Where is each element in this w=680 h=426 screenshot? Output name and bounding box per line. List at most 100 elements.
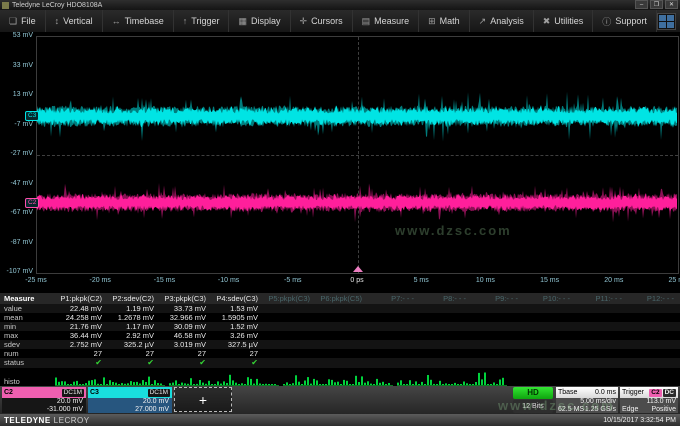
channel-descriptor-c2[interactable]: C2 DC1M 20.0 mV -31.000 mV: [2, 387, 86, 413]
status-check-icon: ✔: [251, 358, 258, 367]
measure-cell: 1.5905 mV: [211, 313, 263, 322]
measure-column-header[interactable]: P2:sdev(C2): [107, 293, 159, 304]
measure-cell: [263, 322, 315, 331]
measure-row-status: status✔✔✔✔: [0, 358, 680, 368]
status-cell: [263, 358, 315, 368]
menu-item-analysis[interactable]: ↗Analysis: [470, 10, 534, 32]
measure-column-header[interactable]: P5:pkpk(C3): [263, 293, 315, 304]
display-icon: ▦: [238, 16, 247, 27]
status-cell: ✔: [159, 358, 211, 368]
timebase-label: Tbase: [558, 389, 577, 396]
grid-layout-icon[interactable]: [657, 13, 676, 30]
measure-cell: [575, 331, 627, 340]
title-bar: Teledyne LeCroy HDO8108A – ❐ ✕: [0, 0, 680, 10]
status-cell: [627, 358, 679, 368]
y-axis-label: 53 mV: [1, 32, 33, 39]
math-icon: ⊞: [428, 16, 436, 27]
vertical-icon: ↕: [55, 16, 60, 26]
close-button[interactable]: ✕: [665, 0, 678, 9]
graticule[interactable]: www.dzsc.com: [36, 36, 679, 274]
measure-column-header[interactable]: P12:- - -: [627, 293, 679, 304]
add-trace-button[interactable]: +: [174, 387, 232, 412]
histogram-p1: [55, 370, 165, 386]
channel-descriptor-c3[interactable]: C3 DC1M 20.0 mV 27.000 mV: [88, 387, 172, 413]
menu-item-utilities[interactable]: ✖Utilities: [534, 10, 594, 32]
status-check-icon: ✔: [95, 358, 102, 367]
trigger-source-badge: C2: [649, 389, 661, 397]
measure-title: Measure: [0, 293, 55, 304]
measure-cell: [471, 304, 523, 313]
menu-item-label: Support: [615, 16, 647, 26]
measure-cell: [315, 331, 367, 340]
menu-item-support[interactable]: ⓘSupport: [593, 10, 657, 32]
c2-header: C2 DC1M: [2, 387, 86, 398]
channel-marker-c3[interactable]: C3: [25, 111, 39, 121]
measure-cell: 27: [211, 349, 263, 358]
measure-cell: [315, 304, 367, 313]
measure-cell: [315, 349, 367, 358]
measure-column-header[interactable]: P10:- - -: [523, 293, 575, 304]
trigger-type: Edge: [622, 406, 638, 414]
y-axis-label: -67 mV: [1, 209, 33, 216]
measure-cell: [523, 340, 575, 349]
channel-marker-c2[interactable]: C2: [25, 198, 39, 208]
menu-item-vertical[interactable]: ↕Vertical: [46, 10, 103, 32]
measure-cell: [627, 349, 679, 358]
y-axis-label: -47 mV: [1, 180, 33, 187]
measure-cell: [575, 313, 627, 322]
measure-column-header[interactable]: P9:- - -: [471, 293, 523, 304]
measure-cell: [367, 349, 419, 358]
measure-cell: [367, 331, 419, 340]
minimize-button[interactable]: –: [635, 0, 648, 9]
measure-row-value: value22.48 mV1.19 mV33.73 mV1.53 mV: [0, 304, 680, 313]
measure-cell: [523, 349, 575, 358]
menu-item-trigger[interactable]: ↑Trigger: [174, 10, 230, 32]
measure-cell: 2.92 mV: [107, 331, 159, 340]
menu-item-file[interactable]: ❏File: [0, 10, 46, 32]
trigger-marker-icon[interactable]: [353, 266, 363, 272]
x-axis-label: -25 ms: [19, 277, 53, 284]
measure-cell: 1.19 mV: [107, 304, 159, 313]
menu-item-timebase[interactable]: ↔Timebase: [103, 10, 174, 32]
c3-header: C3 DC1M: [88, 387, 172, 398]
measure-column-header[interactable]: P3:pkpk(C3): [159, 293, 211, 304]
measure-row-label: mean: [0, 313, 55, 322]
analysis-icon: ↗: [479, 16, 487, 27]
timebase-samples: 62.5 MS: [558, 406, 584, 414]
c3-label: C3: [90, 389, 99, 396]
measure-column-header[interactable]: P4:sdev(C3): [211, 293, 263, 304]
y-axis-label: -107 mV: [1, 268, 33, 275]
maximize-button[interactable]: ❐: [650, 0, 663, 9]
timebase-descriptor[interactable]: Tbase 0.0 ms 5.00 ms/div 62.5 MS 1.25 GS…: [556, 387, 618, 413]
measure-column-header[interactable]: P6:pkpk(C5): [315, 293, 367, 304]
histogram-p2: [169, 370, 279, 386]
menu-item-measure[interactable]: ▤Measure: [353, 10, 420, 32]
y-axis-label: 33 mV: [1, 62, 33, 69]
trigger-descriptor[interactable]: Trigger C2 DC 113.0 mV Edge Positive: [620, 387, 678, 413]
measure-cell: [315, 340, 367, 349]
measure-row-sdev: sdev2.752 mV325.2 µV3.019 mV327.5 µV: [0, 340, 680, 349]
measure-cell: [627, 340, 679, 349]
brand-lecroy: LECROY: [54, 416, 90, 425]
menu-item-cursors[interactable]: ✛Cursors: [291, 10, 353, 32]
menu-item-label: Vertical: [63, 16, 93, 26]
measure-cell: [263, 313, 315, 322]
measure-cell: [575, 304, 627, 313]
measure-cell: [627, 313, 679, 322]
histogram-strip: [55, 370, 507, 386]
measure-column-header[interactable]: P8:- - -: [419, 293, 471, 304]
measure-row-label: max: [0, 331, 55, 340]
menu-item-display[interactable]: ▦Display: [229, 10, 290, 32]
measure-column-header[interactable]: P7:- - -: [367, 293, 419, 304]
measure-cell: [367, 322, 419, 331]
cursors-icon: ✛: [300, 16, 308, 27]
menu-item-math[interactable]: ⊞Math: [419, 10, 470, 32]
measure-column-header[interactable]: P1:pkpk(C2): [55, 293, 107, 304]
measure-cell: 27: [107, 349, 159, 358]
measure-row-num: num27272727: [0, 349, 680, 358]
waveform-traces: [37, 37, 678, 273]
measure-cell: [523, 331, 575, 340]
hd-mode-badge[interactable]: HD: [513, 387, 553, 399]
measure-column-header[interactable]: P11:- - -: [575, 293, 627, 304]
trigger-slope: Positive: [651, 406, 676, 414]
